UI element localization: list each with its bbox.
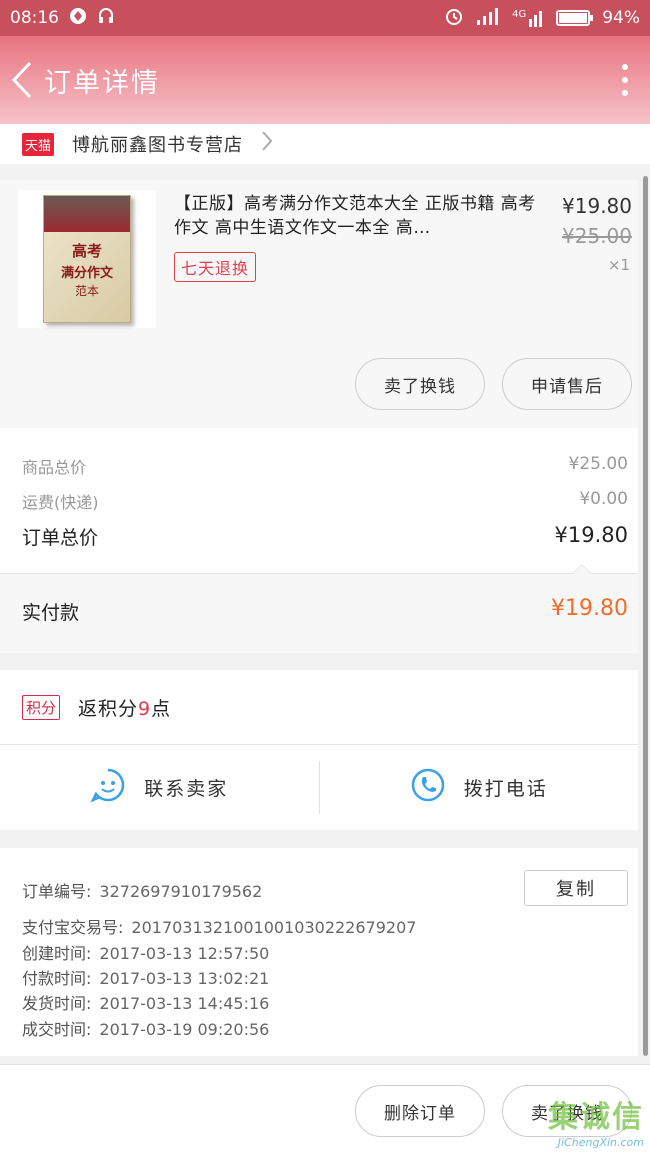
quantity: ×1 <box>607 256 630 274</box>
book-cover-illustration: 高考 满分作文 范本 <box>43 195 131 323</box>
product-title[interactable]: 【正版】高考满分作文范本大全 正版书籍 高考作文 高中生语文作文一本全 高… <box>174 192 548 240</box>
delete-order-button[interactable]: 删除订单 <box>355 1085 485 1137</box>
cover-title-line3: 范本 <box>74 284 99 298</box>
order-total-row: 订单总价 ¥19.80 <box>22 523 628 550</box>
watermark-url: JiChengXin.com <box>557 1136 644 1149</box>
points-text: 返积分9点 <box>78 694 171 721</box>
battery-percent: 94% <box>602 8 640 28</box>
paid-time-label: 付款时间: <box>22 969 92 988</box>
order-number: 3272697910179562 <box>99 882 263 901</box>
copy-button[interactable]: 复制 <box>524 870 628 906</box>
order-total-value: ¥19.80 <box>554 523 628 547</box>
page-title: 订单详情 <box>44 67 160 99</box>
created-time: 2017-03-13 12:57:50 <box>99 944 270 963</box>
alipay-row: 支付宝交易号: 2017031321001001030222679207 <box>22 914 416 938</box>
caret-up-icon <box>572 564 592 574</box>
created-label: 创建时间: <box>22 944 92 963</box>
alipay-label: 支付宝交易号: <box>22 918 124 937</box>
product-image[interactable]: 高考 满分作文 范本 <box>18 190 156 328</box>
paid-value: ¥19.80 <box>551 596 628 621</box>
done-row: 成交时间: 2017-03-19 09:20:56 <box>22 1016 269 1040</box>
cover-title-line1: 高考 <box>71 242 102 260</box>
order-total-label: 订单总价 <box>22 527 99 549</box>
price-summary: 商品总价 ¥25.00 运费(快递) ¥0.00 订单总价 ¥19.80 <box>0 428 638 573</box>
clock: 08:16 <box>10 8 59 28</box>
points-badge: 积分 <box>22 694 61 720</box>
created-row: 创建时间: 2017-03-13 12:57:50 <box>22 940 269 964</box>
watermark-logo: 集诚信 <box>548 1100 644 1135</box>
shipped-label: 发货时间: <box>22 994 92 1013</box>
paid-time-row: 付款时间: 2017-03-13 13:02:21 <box>22 965 269 989</box>
order-number-row: 订单编号: 3272697910179562 <box>22 878 262 902</box>
status-bar: 08:16 4G 94% <box>0 0 650 36</box>
points-suffix: 点 <box>151 697 172 720</box>
original-price: ¥25.00 <box>562 224 632 248</box>
shop-row[interactable]: 天猫 博航丽鑫图书专营店 <box>0 124 650 164</box>
goods-total-row: 商品总价 ¥25.00 <box>22 454 628 478</box>
done-time: 2017-03-19 09:20:56 <box>99 1020 270 1039</box>
app-notification-icon <box>69 7 87 30</box>
paid-section: 实付款 ¥19.80 <box>0 564 638 653</box>
watermark: 集诚信 JiChengXin.com <box>548 1092 644 1149</box>
scrollbar[interactable] <box>643 176 648 1056</box>
product-card[interactable]: 高考 满分作文 范本 【正版】高考满分作文范本大全 正版书籍 高考作文 高中生语… <box>0 180 638 428</box>
phone-icon <box>410 767 446 808</box>
points-number: 9 <box>138 697 152 720</box>
shipped-row: 发货时间: 2017-03-13 14:45:16 <box>22 990 269 1014</box>
alarm-icon <box>444 6 464 31</box>
shipping-row: 运费(快递) ¥0.00 <box>22 489 628 513</box>
call-phone-label: 拨打电话 <box>463 778 548 800</box>
contact-section: 联系卖家 拨打电话 <box>0 744 638 830</box>
nav-bar: 订单详情 <box>0 36 650 124</box>
goods-total-value: ¥25.00 <box>568 454 628 474</box>
alipay-number: 2017031321001001030222679207 <box>131 918 417 937</box>
paid-label: 实付款 <box>22 602 80 624</box>
chevron-right-icon <box>261 130 273 158</box>
network-type: 4G <box>512 9 527 20</box>
after-sale-button[interactable]: 申请售后 <box>502 358 632 410</box>
signal-icon <box>476 7 500 30</box>
product-price: ¥19.80 <box>562 194 632 218</box>
headset-icon <box>97 7 115 30</box>
order-info: 订单编号: 3272697910179562 复制 支付宝交易号: 20170313… <box>0 848 638 1056</box>
contact-seller-button[interactable]: 联系卖家 <box>0 745 319 830</box>
call-phone-button[interactable]: 拨打电话 <box>320 745 639 830</box>
resell-button[interactable]: 卖了换钱 <box>355 358 485 410</box>
shop-name: 博航丽鑫图书专营店 <box>72 135 244 156</box>
contact-seller-label: 联系卖家 <box>144 778 229 800</box>
back-arrow-icon[interactable] <box>0 36 44 124</box>
done-label: 成交时间: <box>22 1020 92 1039</box>
shipped-time: 2017-03-13 14:45:16 <box>99 994 270 1013</box>
tmall-badge: 天猫 <box>22 132 55 156</box>
points-section: 积分 返积分9点 <box>0 670 638 744</box>
goods-total-label: 商品总价 <box>22 458 87 477</box>
battery-icon <box>556 10 594 26</box>
network-4g-icon: 4G <box>512 9 544 27</box>
shipping-value: ¥0.00 <box>579 489 628 509</box>
chat-bubble-icon <box>90 767 126 808</box>
points-prefix: 返积分 <box>78 697 139 720</box>
order-number-label: 订单编号: <box>22 882 92 901</box>
return-policy-tag: 七天退换 <box>174 252 257 282</box>
cover-title-line2: 满分作文 <box>60 266 113 281</box>
shipping-label: 运费(快递) <box>22 493 99 512</box>
paid-time: 2017-03-13 13:02:21 <box>99 969 270 988</box>
more-vertical-icon[interactable] <box>600 36 650 124</box>
